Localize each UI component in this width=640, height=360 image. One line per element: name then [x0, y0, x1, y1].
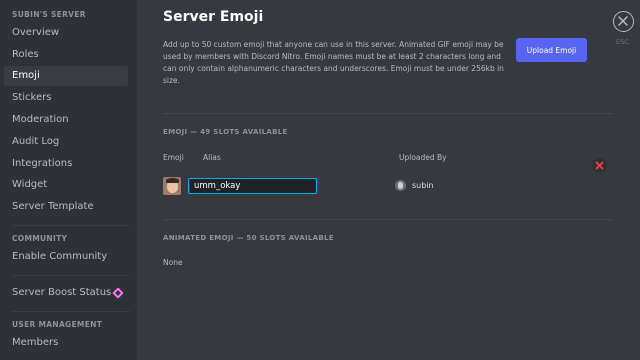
- animated-emoji-slots-header: ANIMATED EMOJI — 50 SLOTS AVAILABLE: [163, 234, 334, 242]
- sidebar-item-integrations[interactable]: Integrations: [4, 154, 128, 174]
- sidebar-item-moderation[interactable]: Moderation: [4, 110, 128, 130]
- page-description: Add up to 50 custom emoji that anyone ca…: [163, 40, 504, 85]
- sidebar-item-widget[interactable]: Widget: [4, 175, 128, 195]
- emoji-column-header: Emoji: [163, 153, 184, 162]
- page-title: Server Emoji: [163, 9, 264, 25]
- server-section-header: SUBIN'S SERVER: [12, 10, 86, 19]
- sidebar-item-overview[interactable]: Overview: [4, 23, 128, 43]
- sidebar-item-roles[interactable]: Roles: [4, 45, 128, 65]
- delete-icon: [595, 161, 604, 170]
- sidebar-item-server-template[interactable]: Server Template: [4, 197, 128, 217]
- emoji-image: [163, 177, 181, 195]
- main-content: Server Emoji Add up to 50 custom emoji t…: [137, 0, 640, 360]
- sidebar-item-label: Server Boost Status: [12, 286, 112, 298]
- settings-sidebar: SUBIN'S SERVER Overview Roles Emoji Stic…: [0, 0, 137, 360]
- close-icon: [618, 16, 628, 26]
- sidebar-item-emoji[interactable]: Emoji: [4, 66, 128, 87]
- uploader-name: subin: [412, 181, 434, 190]
- alias-column-header: Alias: [203, 153, 221, 162]
- sidebar-item-server-boost-status[interactable]: Server Boost Status: [4, 283, 128, 303]
- sidebar-item-audit-log[interactable]: Audit Log: [4, 132, 128, 152]
- user-management-section-header: USER MANAGEMENT: [12, 319, 103, 329]
- sidebar-divider: [12, 274, 130, 276]
- emoji-alias-input[interactable]: [188, 178, 317, 194]
- sidebar-item-members[interactable]: Members: [4, 333, 128, 353]
- section-divider: [163, 113, 613, 114]
- close-button[interactable]: [613, 11, 634, 32]
- emoji-slots-header: EMOJI — 49 SLOTS AVAILABLE: [163, 128, 288, 136]
- animated-emoji-empty-text: None: [163, 258, 183, 267]
- community-section-header: COMMUNITY: [12, 234, 68, 244]
- esc-label: ESC: [616, 38, 629, 46]
- delete-emoji-button[interactable]: [592, 158, 607, 173]
- sidebar-divider: [12, 225, 130, 227]
- avatar: [395, 180, 406, 191]
- sidebar-divider: [12, 310, 130, 312]
- uploaded-by-column-header: Uploaded By: [399, 153, 447, 162]
- sidebar-item-stickers[interactable]: Stickers: [4, 88, 128, 108]
- sidebar-item-enable-community[interactable]: Enable Community: [4, 247, 128, 267]
- boost-gem-icon: [112, 287, 124, 299]
- upload-emoji-button[interactable]: Upload Emoji: [516, 38, 587, 62]
- section-divider: [163, 219, 613, 220]
